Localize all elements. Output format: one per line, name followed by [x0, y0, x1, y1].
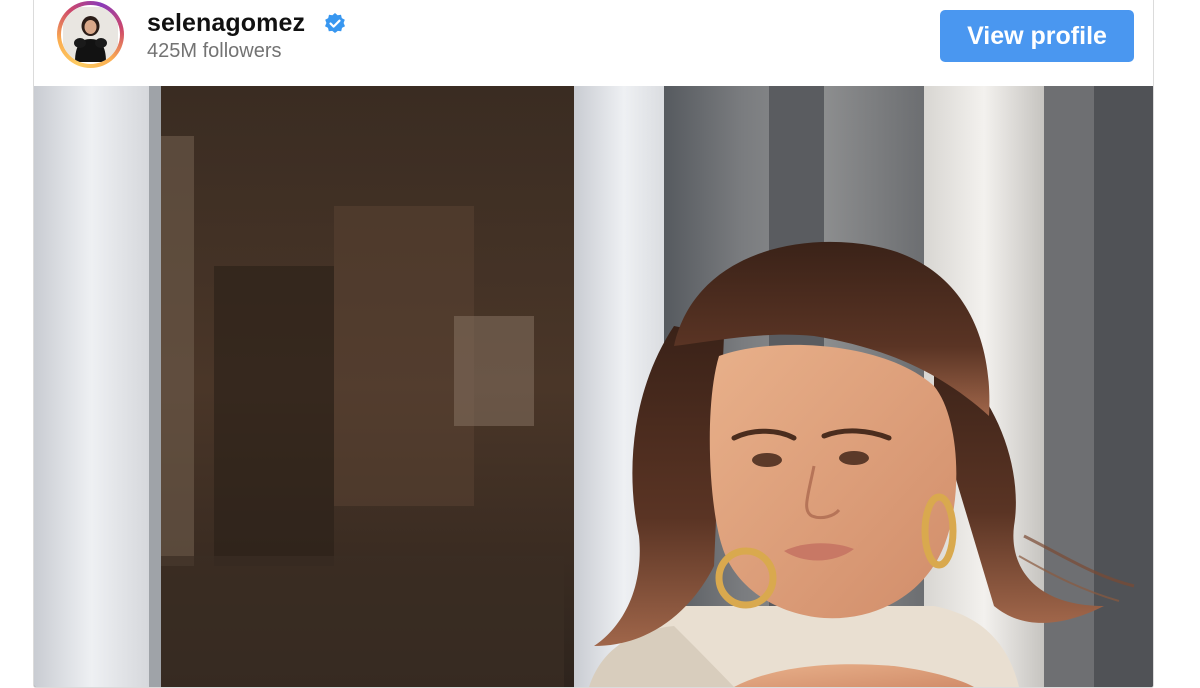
view-profile-button[interactable]: View profile — [940, 10, 1134, 62]
username[interactable]: selenagomez — [147, 9, 305, 38]
profile-avatar[interactable] — [61, 5, 120, 64]
post-header: selenagomez 425M followers View profile — [34, 0, 1153, 87]
story-ring[interactable] — [57, 1, 124, 68]
followers-count: 425M followers — [147, 40, 282, 62]
post-photo[interactable] — [34, 86, 1153, 687]
verified-badge-icon — [325, 13, 345, 33]
instagram-embed-card: selenagomez 425M followers View profile — [33, 0, 1154, 688]
